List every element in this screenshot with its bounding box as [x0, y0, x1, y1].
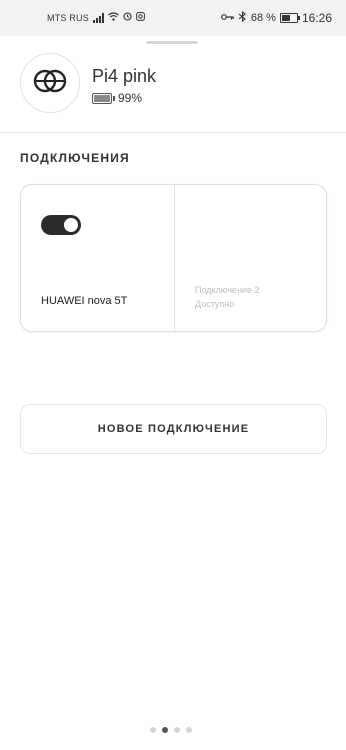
battery-icon — [279, 13, 300, 23]
interlocking-rings-logo-icon — [32, 63, 68, 104]
connection-slot-1[interactable]: HUAWEI nova 5T — [21, 185, 174, 331]
page-indicator — [150, 727, 192, 733]
device-battery-percent: 99% — [118, 91, 143, 105]
status-bar-left: MTS RUS — [47, 12, 145, 24]
status-battery-percent: 68 % — [250, 12, 276, 24]
page-dot[interactable] — [150, 727, 156, 733]
toggle-knob — [64, 218, 78, 232]
connection-device-name: HUAWEI nova 5T — [41, 295, 128, 307]
device-battery-fill — [94, 94, 110, 102]
bluetooth-icon — [238, 10, 247, 25]
device-avatar — [20, 53, 80, 113]
connections-section-title: ПОДКЛЮЧЕНИЯ — [20, 151, 130, 165]
page-dot[interactable] — [162, 727, 168, 733]
connections-card: HUAWEI nova 5T Подключение 2 Доступно — [20, 184, 327, 332]
page-dot[interactable] — [186, 727, 192, 733]
new-connection-button[interactable]: НОВОЕ ПОДКЛЮЧЕНИЕ — [20, 404, 327, 454]
status-battery-fill — [281, 15, 291, 21]
device-name: Pi4 pink — [92, 66, 157, 86]
wifi-icon — [108, 12, 119, 24]
connection-slot-2[interactable]: Подключение 2 Доступно — [174, 185, 326, 331]
device-battery-icon — [92, 92, 115, 104]
header-divider — [0, 132, 346, 133]
sheet-drag-handle[interactable] — [146, 41, 198, 44]
status-bar: MTS RUS 68 % 16:26 — [0, 0, 346, 36]
device-header: Pi4 pink 99% — [0, 48, 346, 132]
page-dot[interactable] — [174, 727, 180, 733]
sync-icon — [123, 12, 132, 24]
key-icon — [220, 13, 234, 24]
instagram-icon — [136, 12, 145, 24]
connection-slot-2-title: Подключение 2 — [195, 285, 260, 295]
status-bar-right: 68 % 16:26 — [220, 10, 332, 25]
connection-slot-2-status: Доступно — [195, 299, 235, 309]
connection-toggle[interactable] — [41, 215, 81, 235]
clock: 16:26 — [301, 11, 332, 25]
device-battery: 99% — [92, 91, 142, 105]
signal-icon — [92, 13, 104, 23]
carrier-label: MTS RUS — [47, 13, 89, 23]
